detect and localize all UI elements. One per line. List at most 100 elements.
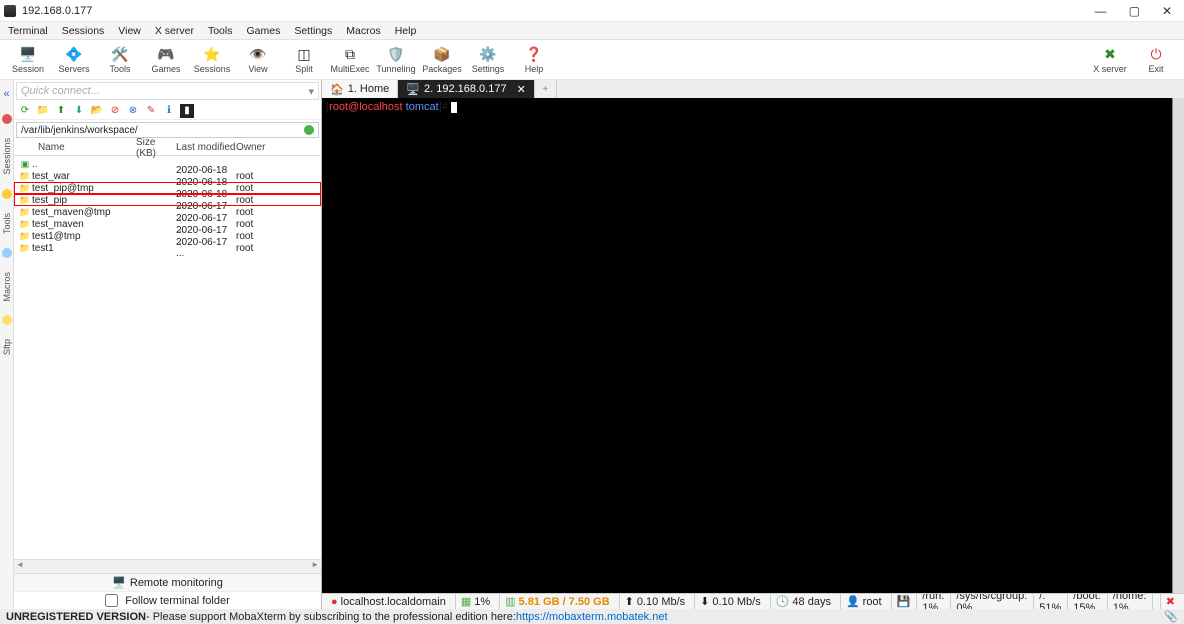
collapse-icon[interactable]: « [3, 88, 9, 100]
minimize-button[interactable]: — [1095, 4, 1107, 18]
session-icon: 🖥️ [19, 46, 36, 64]
menu-terminal[interactable]: Terminal [8, 25, 48, 37]
unregistered-label: UNREGISTERED VERSION [6, 611, 146, 623]
remote-monitoring-label: Remote monitoring [130, 577, 223, 589]
tool-x-server[interactable]: ✖X server [1090, 46, 1130, 74]
terminal-panel: 🏠 1. Home 🖥️ 2. 192.168.0.177 ✕ + [root@… [322, 80, 1184, 609]
tool-multiexec[interactable]: ⧉MultiExec [330, 46, 370, 74]
sessions-icon: ⭐ [203, 46, 220, 64]
path-input[interactable] [21, 125, 304, 136]
download-icon[interactable]: ⬇ [72, 104, 86, 118]
new-folder-icon[interactable]: 📂 [90, 104, 104, 118]
settings-icon: ⚙️ [479, 46, 496, 64]
props-icon[interactable]: ℹ [162, 104, 176, 118]
file-row[interactable]: 📁test1@tmp2020-06-17 ...root [14, 230, 321, 242]
sidebar-dot-tools[interactable] [2, 189, 12, 199]
servers-icon: 💠 [65, 46, 82, 64]
tool-sessions[interactable]: ⭐Sessions [192, 46, 232, 74]
app-icon [4, 5, 16, 17]
status-bar: ●localhost.localdomain ▦1% ▥5.81 GB / 7.… [322, 593, 1184, 609]
follow-terminal-row: Follow terminal folder [14, 591, 321, 609]
sidebar-tab-sftp[interactable]: Sftp [2, 339, 12, 355]
tool-settings[interactable]: ⚙️Settings [468, 46, 508, 74]
sftp-toolbar: ⟳ 📁 ⬆ ⬇ 📂 ⊘ ⊗ ✎ ℹ ▮ [14, 102, 321, 120]
tab-home-label: 1. Home [348, 83, 390, 95]
tool-exit[interactable]: ⏻Exit [1136, 46, 1176, 74]
home-icon: 🏠 [330, 83, 344, 96]
tab-session[interactable]: 🖥️ 2. 192.168.0.177 ✕ [398, 80, 535, 98]
file-row[interactable]: 📁test_pip2020-06-18 ...root [14, 194, 321, 206]
edit-icon[interactable]: ✎ [144, 104, 158, 118]
terminal-tabs: 🏠 1. Home 🖥️ 2. 192.168.0.177 ✕ + [322, 80, 1184, 98]
cancel-icon[interactable]: ⊗ [126, 104, 140, 118]
cursor [451, 102, 457, 113]
tool-packages[interactable]: 📦Packages [422, 46, 462, 74]
maximize-button[interactable]: ▢ [1129, 4, 1140, 18]
tool-games[interactable]: 🎮Games [146, 46, 186, 74]
exit-icon: ⏻ [1150, 46, 1161, 64]
file-row[interactable]: 📁test_war2020-06-18 ...root [14, 170, 321, 182]
h-scrollbar[interactable] [14, 559, 321, 573]
folder-icon[interactable]: 📁 [36, 104, 50, 118]
menu-sessions[interactable]: Sessions [62, 25, 105, 37]
remote-monitoring-button[interactable]: 🖥️ Remote monitoring [14, 573, 321, 591]
term-icon[interactable]: ▮ [180, 104, 194, 118]
delete-icon[interactable]: ⊘ [108, 104, 122, 118]
tool-split[interactable]: ◫Split [284, 46, 324, 74]
disk-usage: /sys/fs/cgroup: 0% [950, 594, 1027, 609]
file-row[interactable]: 📁test_pip@tmp2020-06-18 ...root [14, 182, 321, 194]
up-icon[interactable]: ⬆ [54, 104, 68, 118]
toolbar: 🖥️Session💠Servers🛠️Tools🎮Games⭐Sessions👁… [0, 40, 1184, 80]
menu-games[interactable]: Games [246, 25, 280, 37]
status-close[interactable]: ✖ [1160, 594, 1180, 609]
tab-close-icon[interactable]: ✕ [517, 83, 526, 96]
folder-icon: 📁 [18, 219, 32, 230]
disk-icon: 💾 [897, 595, 911, 608]
footer-text: - Please support MobaXterm by subscribin… [146, 611, 516, 623]
close-button[interactable]: ✕ [1162, 4, 1172, 18]
file-row[interactable]: ▣.. [14, 158, 321, 170]
tool-tunneling[interactable]: 🛡️Tunneling [376, 46, 416, 74]
footer: UNREGISTERED VERSION - Please support Mo… [0, 609, 1184, 624]
col-modified[interactable]: Last modified [176, 142, 236, 153]
col-owner[interactable]: Owner [236, 142, 276, 153]
status-up: ⬆0.10 Mb/s [619, 594, 691, 609]
sidebar-tab-tools[interactable]: Tools [2, 213, 12, 234]
file-row[interactable]: 📁test12020-06-17 ...root [14, 242, 321, 254]
disk-usage: /run: 1% [916, 594, 944, 609]
sidebar-dot-macros[interactable] [2, 248, 12, 258]
quick-connect[interactable]: Quick connect... [16, 82, 319, 100]
menu-tools[interactable]: Tools [208, 25, 233, 37]
tool-tools[interactable]: 🛠️Tools [100, 46, 140, 74]
disk-usage: /boot/efi: 6% [1152, 594, 1155, 609]
menu-macros[interactable]: Macros [346, 25, 380, 37]
menu-settings[interactable]: Settings [294, 25, 332, 37]
tab-add[interactable]: + [535, 80, 557, 98]
sidebar-dot-sessions[interactable] [2, 114, 12, 124]
menu-help[interactable]: Help [395, 25, 417, 37]
sidebar: « Sessions Tools Macros Sftp [0, 80, 14, 609]
window-title: 192.168.0.177 [22, 5, 92, 17]
file-row[interactable]: 📁test_maven@tmp2020-06-17 ...root [14, 206, 321, 218]
footer-link[interactable]: https://mobaxterm.mobatek.net [516, 611, 668, 623]
sidebar-dot-sftp[interactable] [2, 315, 12, 325]
terminal-scrollbar[interactable] [1172, 98, 1184, 593]
refresh-icon[interactable]: ⟳ [18, 104, 32, 118]
terminal[interactable]: [root@localhost tomcat]# [322, 98, 1184, 593]
titlebar: 192.168.0.177 — ▢ ✕ [0, 0, 1184, 22]
tab-home[interactable]: 🏠 1. Home [322, 80, 398, 98]
sidebar-tab-sessions[interactable]: Sessions [2, 138, 12, 175]
file-row[interactable]: 📁test_maven2020-06-17 ...root [14, 218, 321, 230]
tool-help[interactable]: ❓Help [514, 46, 554, 74]
menu-view[interactable]: View [118, 25, 141, 37]
menu-x-server[interactable]: X server [155, 25, 194, 37]
status-mem: ▥5.81 GB / 7.50 GB [499, 594, 615, 609]
tool-session[interactable]: 🖥️Session [8, 46, 48, 74]
col-name[interactable]: Name [18, 142, 136, 153]
clip-icon[interactable]: 📎 [1164, 610, 1178, 623]
tool-servers[interactable]: 💠Servers [54, 46, 94, 74]
follow-terminal-checkbox[interactable] [105, 594, 118, 607]
tool-view[interactable]: 👁️View [238, 46, 278, 74]
sidebar-tab-macros[interactable]: Macros [2, 272, 12, 302]
status-cpu: ▦1% [455, 594, 495, 609]
